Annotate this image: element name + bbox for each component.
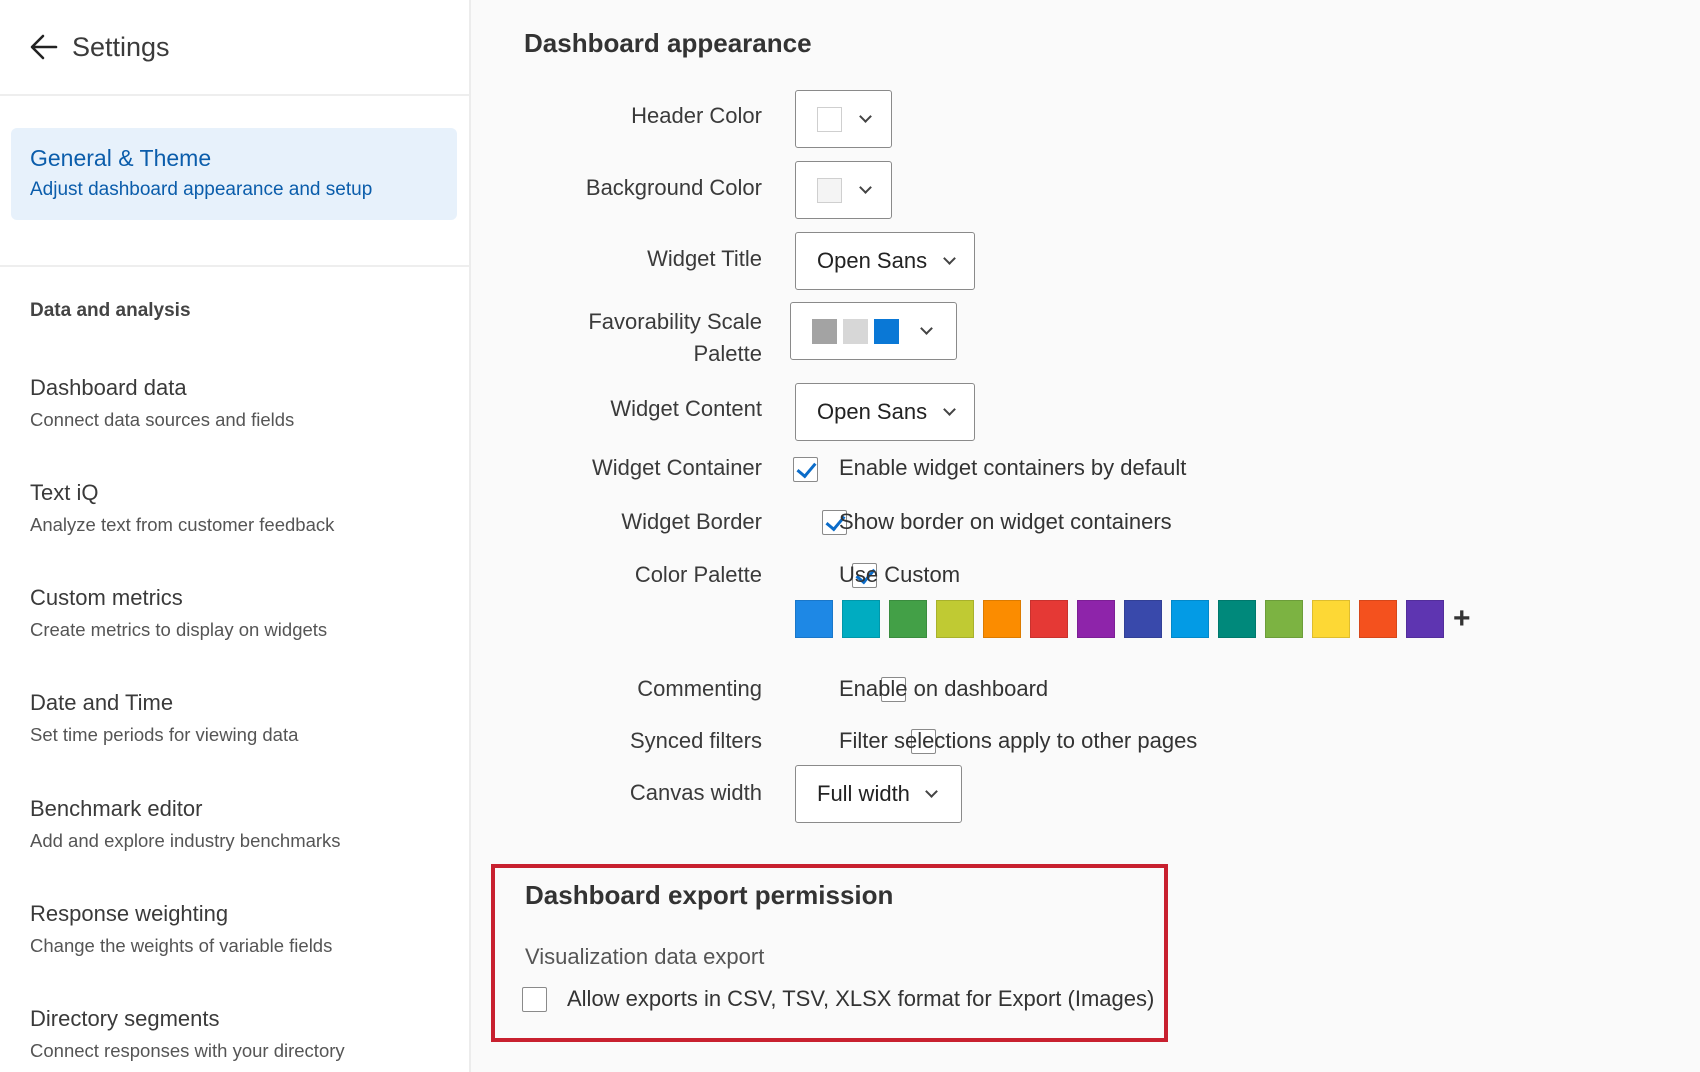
favorability-swatch bbox=[874, 318, 899, 344]
chevron-down-icon bbox=[943, 252, 956, 265]
settings-sidebar: Settings General & Theme Adjust dashboar… bbox=[0, 0, 471, 1072]
export-permission-highlight: Dashboard export permission Visualizatio… bbox=[491, 864, 1168, 1042]
sidebar-item-general-theme[interactable]: General & Theme Adjust dashboard appeara… bbox=[11, 128, 457, 220]
sidebar-item-custom-metrics[interactable]: Custom metrics Create metrics to display… bbox=[30, 585, 450, 641]
palette-swatch[interactable] bbox=[1124, 600, 1162, 638]
widget-border-label: Widget Border bbox=[621, 509, 762, 534]
color-palette-label: Color Palette bbox=[634, 562, 762, 587]
export-sublabel: Visualization data export bbox=[525, 944, 765, 969]
canvas-width-label: Canvas width bbox=[629, 780, 762, 805]
commenting-text: Enable on dashboard bbox=[839, 676, 1049, 701]
add-color-button[interactable]: + bbox=[1453, 600, 1471, 638]
palette-swatch[interactable] bbox=[1077, 600, 1115, 638]
widget-content-font-select[interactable]: Open Sans bbox=[795, 383, 975, 441]
settings-main: Dashboard appearance Header Color Backgr… bbox=[472, 0, 1700, 1072]
custom-color-palette: + bbox=[795, 600, 1471, 638]
chevron-down-icon bbox=[943, 403, 956, 416]
palette-swatch[interactable] bbox=[889, 600, 927, 638]
sidebar-item-title: Benchmark editor bbox=[30, 796, 203, 821]
sidebar-item-title: Response weighting bbox=[30, 901, 229, 926]
sidebar-item-text-iq[interactable]: Text iQ Analyze text from customer feedb… bbox=[30, 480, 450, 536]
appearance-heading: Dashboard appearance bbox=[524, 28, 812, 58]
palette-swatch[interactable] bbox=[1171, 600, 1209, 638]
widget-container-checkbox[interactable] bbox=[793, 457, 818, 482]
chevron-down-icon bbox=[859, 181, 872, 194]
color-palette-text: Use Custom bbox=[839, 562, 961, 587]
allow-export-checkbox[interactable] bbox=[522, 987, 547, 1012]
synced-filters-text: Filter selections apply to other pages bbox=[839, 728, 1198, 753]
palette-swatch[interactable] bbox=[1359, 600, 1397, 638]
favorability-swatch bbox=[812, 318, 837, 344]
palette-swatch[interactable] bbox=[1030, 600, 1068, 638]
back-arrow-icon bbox=[30, 34, 58, 60]
sidebar-item-dashboard-data[interactable]: Dashboard data Connect data sources and … bbox=[30, 375, 450, 431]
commenting-label: Commenting bbox=[637, 676, 762, 701]
sidebar-item-title: Directory segments bbox=[30, 1006, 220, 1031]
favorability-label-line2: Palette bbox=[693, 341, 763, 366]
back-button[interactable] bbox=[28, 31, 60, 63]
header-color-swatch bbox=[817, 106, 842, 132]
widget-title-font-value: Open Sans bbox=[817, 248, 928, 273]
header-color-label: Header Color bbox=[631, 103, 762, 128]
sidebar-item-subtitle: Change the weights of variable fields bbox=[30, 935, 333, 956]
sidebar-item-title: Dashboard data bbox=[30, 375, 187, 400]
sidebar-item-benchmark-editor[interactable]: Benchmark editor Add and explore industr… bbox=[30, 796, 450, 852]
favorability-swatch bbox=[843, 318, 868, 344]
widget-title-label: Widget Title bbox=[647, 246, 762, 271]
canvas-width-value: Full width bbox=[817, 781, 910, 806]
widget-content-label: Widget Content bbox=[610, 396, 762, 421]
header-color-picker[interactable] bbox=[795, 90, 892, 148]
background-color-label: Background Color bbox=[585, 175, 762, 200]
favorability-label-line1: Favorability Scale bbox=[588, 309, 762, 334]
widget-container-label: Widget Container bbox=[592, 455, 762, 480]
sidebar-item-title: Custom metrics bbox=[30, 585, 183, 610]
palette-swatch[interactable] bbox=[983, 600, 1021, 638]
allow-export-text: Allow exports in CSV, TSV, XLSX format f… bbox=[567, 986, 1155, 1011]
chevron-down-icon bbox=[925, 785, 938, 798]
sidebar-item-subtitle: Set time periods for viewing data bbox=[30, 724, 299, 745]
sidebar-item-subtitle: Create metrics to display on widgets bbox=[30, 619, 328, 640]
synced-filters-label: Synced filters bbox=[629, 728, 762, 753]
sidebar-section-label: Data and analysis bbox=[30, 300, 191, 321]
palette-swatch[interactable] bbox=[842, 600, 880, 638]
sidebar-header: Settings bbox=[0, 0, 469, 96]
sidebar-item-title: Date and Time bbox=[30, 690, 174, 715]
palette-swatch[interactable] bbox=[1218, 600, 1256, 638]
widget-title-font-select[interactable]: Open Sans bbox=[795, 232, 975, 290]
sidebar-title: Settings bbox=[72, 31, 170, 62]
sidebar-item-date-time[interactable]: Date and Time Set time periods for viewi… bbox=[30, 690, 450, 746]
sidebar-item-subtitle: Add and explore industry benchmarks bbox=[30, 830, 341, 851]
palette-swatch[interactable] bbox=[1406, 600, 1444, 638]
palette-swatch[interactable] bbox=[1312, 600, 1350, 638]
background-color-swatch bbox=[817, 177, 842, 203]
widget-border-text: Show border on widget containers bbox=[839, 509, 1172, 534]
sidebar-item-subtitle: Adjust dashboard appearance and setup bbox=[30, 179, 373, 200]
chevron-down-icon bbox=[920, 322, 933, 335]
sidebar-item-directory-segments[interactable]: Directory segments Connect responses wit… bbox=[30, 1006, 450, 1062]
sidebar-item-subtitle: Connect data sources and fields bbox=[30, 409, 295, 430]
background-color-picker[interactable] bbox=[795, 161, 892, 219]
palette-swatch[interactable] bbox=[1265, 600, 1303, 638]
sidebar-item-response-weighting[interactable]: Response weighting Change the weights of… bbox=[30, 901, 450, 957]
sidebar-item-title: Text iQ bbox=[30, 480, 99, 505]
chevron-down-icon bbox=[859, 110, 872, 123]
widget-content-font-value: Open Sans bbox=[817, 399, 928, 424]
widget-container-text: Enable widget containers by default bbox=[839, 455, 1187, 480]
sidebar-item-title: General & Theme bbox=[30, 145, 212, 171]
export-heading: Dashboard export permission bbox=[525, 880, 894, 910]
sidebar-item-subtitle: Connect responses with your directory bbox=[30, 1040, 345, 1061]
palette-swatch[interactable] bbox=[795, 600, 833, 638]
palette-swatch[interactable] bbox=[936, 600, 974, 638]
canvas-width-select[interactable]: Full width bbox=[795, 765, 962, 823]
sidebar-divider bbox=[0, 265, 469, 267]
sidebar-item-subtitle: Analyze text from customer feedback bbox=[30, 514, 335, 535]
favorability-palette-select[interactable] bbox=[790, 302, 957, 360]
